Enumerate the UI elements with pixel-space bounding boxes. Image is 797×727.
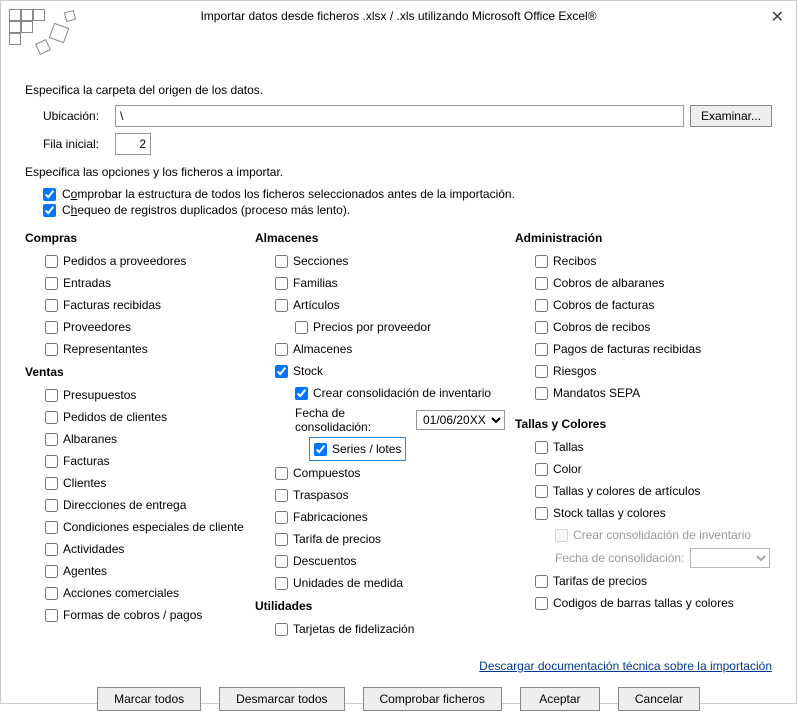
- chk-recibos[interactable]: Recibos: [535, 251, 772, 271]
- fila-label: Fila inicial:: [25, 137, 115, 151]
- chk-tc-crear-consol: Crear consolidación de inventario: [555, 525, 772, 545]
- chk-entradas[interactable]: Entradas: [45, 273, 245, 293]
- chk-fabricaciones[interactable]: Fabricaciones: [275, 507, 505, 527]
- chk-almacenes2[interactable]: Almacenes: [275, 339, 505, 359]
- chk-formas-cobros[interactable]: Formas de cobros / pagos: [45, 605, 245, 625]
- chk-facturas-rec[interactable]: Facturas recibidas: [45, 295, 245, 315]
- chk-tallas[interactable]: Tallas: [535, 437, 772, 457]
- group-utilidades: Utilidades: [255, 599, 505, 613]
- group-admin: Administración: [515, 231, 772, 245]
- chk-cobros-rec[interactable]: Cobros de recibos: [535, 317, 772, 337]
- chk-mandatos[interactable]: Mandatos SEPA: [535, 383, 772, 403]
- check-structure-box[interactable]: [43, 188, 56, 201]
- chk-color[interactable]: Color: [535, 459, 772, 479]
- chk-direcciones[interactable]: Direcciones de entrega: [45, 495, 245, 515]
- group-ventas: Ventas: [25, 365, 245, 379]
- chk-tarifa[interactable]: Tarifa de precios: [275, 529, 505, 549]
- chk-cobros-fact[interactable]: Cobros de facturas: [535, 295, 772, 315]
- group-tallas: Tallas y Colores: [515, 417, 772, 431]
- chk-crear-consol[interactable]: Crear consolidación de inventario: [295, 383, 505, 403]
- fila-input[interactable]: [115, 133, 151, 155]
- chk-familias[interactable]: Familias: [275, 273, 505, 293]
- tc-fecha-select: [690, 548, 770, 568]
- chk-proveedores[interactable]: Proveedores: [45, 317, 245, 337]
- fecha-consol-label: Fecha de consolidación:: [295, 406, 410, 434]
- app-logo: [7, 7, 82, 57]
- check-structure[interactable]: Comprobar la estructura de todos los fic…: [43, 187, 772, 201]
- chk-agentes[interactable]: Agentes: [45, 561, 245, 581]
- chk-precios-prov[interactable]: Precios por proveedor: [295, 317, 505, 337]
- chk-representantes[interactable]: Representantes: [45, 339, 245, 359]
- chk-actividades[interactable]: Actividades: [45, 539, 245, 559]
- ubicacion-label: Ubicación:: [25, 109, 115, 123]
- chk-facturas[interactable]: Facturas: [45, 451, 245, 471]
- chk-articulos[interactable]: Artículos: [275, 295, 505, 315]
- chk-acciones[interactable]: Acciones comerciales: [45, 583, 245, 603]
- chk-series-lotes[interactable]: Series / lotes: [309, 437, 505, 461]
- section2-label: Especifica las opciones y los ficheros a…: [25, 165, 772, 179]
- chk-unidades[interactable]: Unidades de medida: [275, 573, 505, 593]
- group-almacenes: Almacenes: [255, 231, 505, 245]
- chk-tarifas-tc[interactable]: Tarifas de precios: [535, 571, 772, 591]
- chk-descuentos[interactable]: Descuentos: [275, 551, 505, 571]
- chk-riesgos[interactable]: Riesgos: [535, 361, 772, 381]
- desmarcar-todos-button[interactable]: Desmarcar todos: [219, 687, 344, 711]
- tc-fecha-label: Fecha de consolidación:: [555, 551, 684, 565]
- chk-stock[interactable]: Stock: [275, 361, 505, 381]
- aceptar-button[interactable]: Aceptar: [520, 687, 600, 711]
- fecha-consol-select[interactable]: 01/06/20XX: [416, 410, 505, 430]
- chk-pagos-fact[interactable]: Pagos de facturas recibidas: [535, 339, 772, 359]
- chk-pedidos-prov[interactable]: Pedidos a proveedores: [45, 251, 245, 271]
- comprobar-ficheros-button[interactable]: Comprobar ficheros: [363, 687, 502, 711]
- marcar-todos-button[interactable]: Marcar todos: [97, 687, 201, 711]
- dialog-title: Importar datos desde ficheros .xlsx / .x…: [11, 9, 786, 23]
- ubicacion-input[interactable]: [115, 105, 684, 127]
- chk-clientes[interactable]: Clientes: [45, 473, 245, 493]
- check-duplicates[interactable]: Chequeo de registros duplicados (proceso…: [43, 203, 772, 217]
- chk-secciones[interactable]: Secciones: [275, 251, 505, 271]
- chk-stock-tc[interactable]: Stock tallas y colores: [535, 503, 772, 523]
- chk-pedidos-cli[interactable]: Pedidos de clientes: [45, 407, 245, 427]
- doc-link[interactable]: Descargar documentación técnica sobre la…: [479, 659, 772, 673]
- cancelar-button[interactable]: Cancelar: [618, 687, 700, 711]
- chk-codigos-barras[interactable]: Codigos de barras tallas y colores: [535, 593, 772, 613]
- browse-button[interactable]: Examinar...: [690, 105, 772, 127]
- chk-albaranes[interactable]: Albaranes: [45, 429, 245, 449]
- check-duplicates-box[interactable]: [43, 204, 56, 217]
- group-compras: Compras: [25, 231, 245, 245]
- chk-condiciones[interactable]: Condiciones especiales de cliente: [45, 517, 245, 537]
- chk-tallas-colores-art[interactable]: Tallas y colores de artículos: [535, 481, 772, 501]
- chk-cobros-alb[interactable]: Cobros de albaranes: [535, 273, 772, 293]
- close-icon[interactable]: ✕: [771, 7, 784, 27]
- chk-presupuestos[interactable]: Presupuestos: [45, 385, 245, 405]
- section1-label: Especifica la carpeta del origen de los …: [25, 83, 772, 97]
- chk-tarjetas[interactable]: Tarjetas de fidelización: [275, 619, 505, 639]
- chk-compuestos[interactable]: Compuestos: [275, 463, 505, 483]
- chk-traspasos[interactable]: Traspasos: [275, 485, 505, 505]
